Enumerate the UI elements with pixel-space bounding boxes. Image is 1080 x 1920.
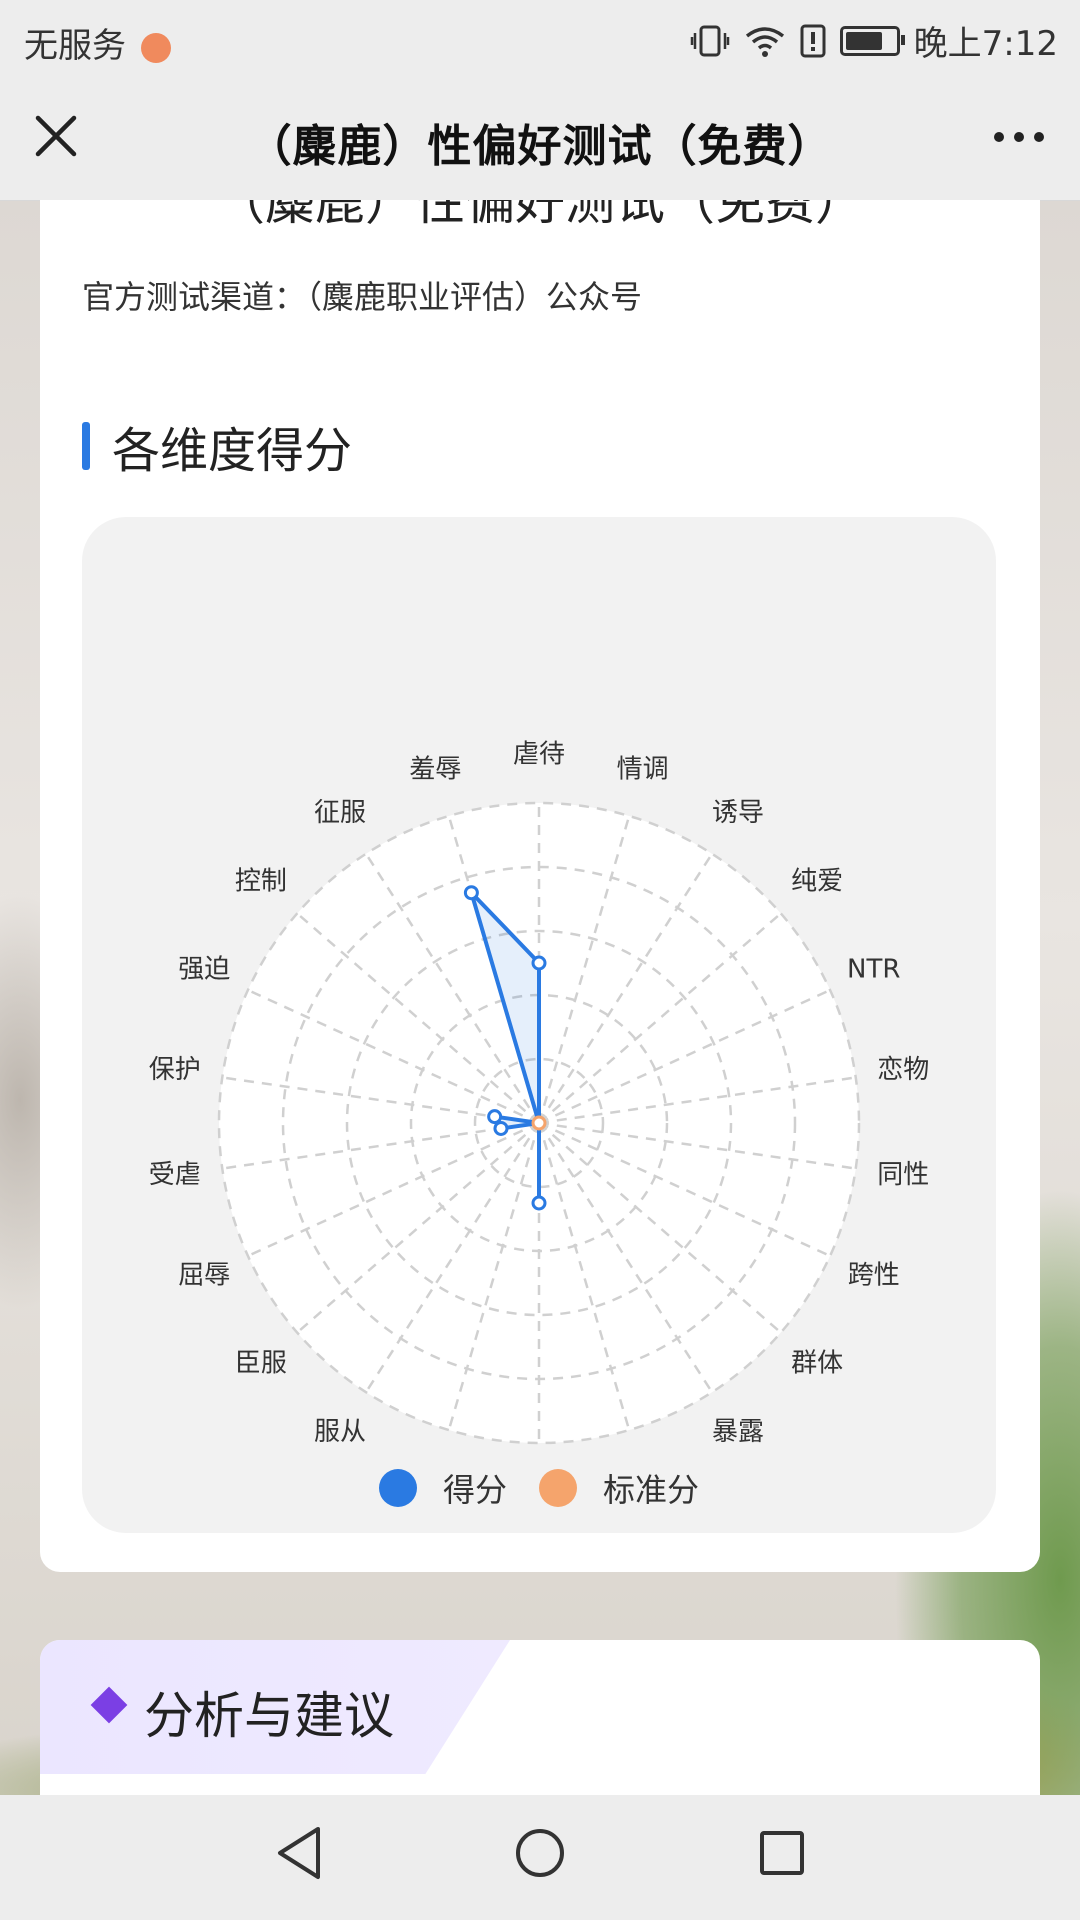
data-point: [487, 1109, 503, 1125]
battery-icon: [839, 25, 905, 56]
page-title: （麋鹿）性偏好测试（免费）: [215, 200, 865, 231]
axis-label: 暴露: [712, 1417, 764, 1447]
home-icon[interactable]: [514, 1825, 566, 1881]
axis-label: 跨性: [848, 1260, 900, 1290]
back-icon[interactable]: [274, 1825, 326, 1881]
data-point: [531, 955, 547, 971]
axis-label: 同性: [877, 1160, 929, 1190]
legend-label-standard: 标准分: [603, 1471, 700, 1509]
axis-label: 恋物: [877, 1055, 929, 1085]
app-notification-icon: [140, 32, 171, 63]
chart-legend: 得分 标准分: [82, 1465, 996, 1511]
section-title: 各维度得分: [112, 423, 353, 479]
standard-point: [531, 1115, 547, 1131]
navbar-title: （麋鹿）性偏好测试（免费）: [247, 121, 833, 172]
legend-item-standard[interactable]: 标准分: [539, 1465, 699, 1511]
status-bar: 无服务 晚上7:12: [0, 0, 1080, 76]
legend-dot-score: [378, 1469, 417, 1507]
axis-label: 羞辱: [409, 754, 461, 784]
axis-label: 群体: [791, 1348, 843, 1378]
carrier-text: 无服务: [24, 26, 126, 66]
axis-label: 虐待: [513, 740, 565, 770]
section-accent-bar: [82, 422, 90, 470]
legend-label-score: 得分: [442, 1471, 507, 1509]
legend-item-score[interactable]: 得分: [378, 1465, 507, 1511]
channel-text: 官方测试渠道：（麋鹿职业评估）公众号: [82, 278, 643, 316]
recent-apps-icon[interactable]: [756, 1825, 808, 1881]
section-header: 各维度得分: [82, 418, 352, 479]
axis-label: 屈辱: [178, 1260, 230, 1290]
axis-label: 控制: [235, 867, 287, 897]
analysis-card: 分析与建议: [40, 1640, 1040, 1800]
axis-label: 诱导: [712, 798, 764, 828]
axis-label: 征服: [314, 798, 366, 828]
data-point: [463, 885, 479, 901]
system-navigation-bar: [0, 1795, 1080, 1920]
status-right: 晚上7:12: [690, 16, 1058, 65]
axis-label: 情调: [617, 754, 669, 784]
wifi-icon: [745, 26, 784, 57]
status-left: 无服务: [24, 18, 171, 67]
navbar: （麋鹿）性偏好测试（免费）: [0, 76, 1080, 201]
result-card: （麋鹿）性偏好测试（免费） 官方测试渠道：（麋鹿职业评估）公众号 各维度得分 虐…: [40, 200, 1040, 1572]
time-text: 晚上7:12: [913, 24, 1058, 64]
axis-label: 服从: [314, 1417, 366, 1447]
vibrate-icon: [690, 25, 729, 56]
alert-icon: [800, 24, 826, 57]
analysis-title: 分析与建议: [144, 1687, 394, 1745]
more-icon[interactable]: [994, 132, 1044, 142]
radar-chart-panel: 虐待情调诱导纯爱NTR恋物同性跨性群体暴露放纵叛逆被迫服从臣服屈辱受虐保护强迫控…: [82, 517, 996, 1533]
data-point: [493, 1120, 509, 1136]
axis-label: 强迫: [178, 955, 230, 985]
axis-label: 纯爱: [791, 867, 843, 897]
axis-label: 保护: [149, 1055, 201, 1085]
legend-dot-standard: [539, 1469, 577, 1507]
axis-label: 受虐: [149, 1160, 201, 1190]
axis-label: 臣服: [235, 1348, 287, 1378]
data-point: [531, 1195, 547, 1211]
close-icon[interactable]: [32, 112, 80, 160]
radar-chart: 虐待情调诱导纯爱NTR恋物同性跨性群体暴露放纵叛逆被迫服从臣服屈辱受虐保护强迫控…: [149, 740, 930, 1448]
axis-label: NTR: [847, 955, 900, 985]
